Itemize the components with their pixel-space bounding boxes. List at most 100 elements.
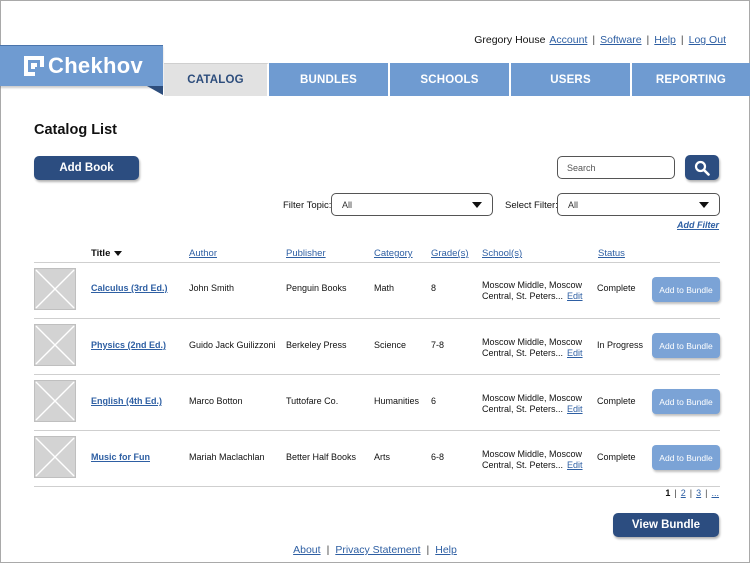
tab-schools[interactable]: SCHOOLS	[390, 63, 511, 96]
add-to-bundle-button[interactable]: Add to Bundle	[652, 445, 720, 470]
edit-schools-link[interactable]: Edit	[567, 348, 583, 358]
nav-separator: |	[592, 34, 596, 46]
account-link[interactable]: Account	[549, 34, 587, 46]
book-thumbnail-placeholder-icon	[34, 268, 76, 310]
schools-cell: Moscow Middle, Moscow Central, St. Peter…	[482, 337, 583, 359]
status-cell: Complete	[597, 452, 636, 462]
brand-name: Chekhov	[48, 53, 144, 78]
column-header-title-label: Title	[91, 248, 111, 259]
column-header-schools[interactable]: School(s)	[482, 248, 522, 259]
category-cell: Math	[374, 283, 395, 293]
select-filter-select[interactable]: All	[557, 193, 720, 216]
schools-line-2: Central, St. Peters...	[482, 348, 564, 358]
book-thumbnail-placeholder-icon	[34, 380, 76, 422]
schools-line-2: Central, St. Peters...	[482, 291, 564, 301]
pagination-separator: |	[689, 488, 693, 498]
column-header-author[interactable]: Author	[189, 248, 217, 259]
schools-line-2: Central, St. Peters...	[482, 404, 564, 414]
book-thumbnail-placeholder-icon	[34, 436, 76, 478]
add-to-bundle-button[interactable]: Add to Bundle	[652, 389, 720, 414]
table-row: Music for Fun Mariah Maclachlan Better H…	[34, 431, 720, 487]
tab-reporting[interactable]: REPORTING	[632, 63, 750, 96]
book-title-link[interactable]: English (4th Ed.)	[91, 396, 162, 406]
filter-topic-select[interactable]: All	[331, 193, 493, 216]
schools-cell: Moscow Middle, Moscow Central, St. Peter…	[482, 393, 583, 415]
grades-cell: 7-8	[431, 340, 445, 350]
publisher-cell: Berkeley Press	[286, 340, 347, 350]
brand-logo[interactable]: Chekhov	[0, 45, 163, 86]
tab-catalog[interactable]: CATALOG	[164, 63, 269, 96]
select-filter-value: All	[568, 199, 579, 210]
footer-help-link[interactable]: Help	[435, 544, 457, 556]
author-cell: Marco Botton	[189, 396, 243, 406]
edit-schools-link[interactable]: Edit	[567, 460, 583, 470]
table-row: Physics (2nd Ed.) Guido Jack Guilizzoni …	[34, 319, 720, 375]
chevron-down-icon	[472, 202, 482, 208]
add-to-bundle-button[interactable]: Add to Bundle	[652, 277, 720, 302]
logout-link[interactable]: Log Out	[689, 34, 726, 46]
schools-cell: Moscow Middle, Moscow Central, St. Peter…	[482, 449, 583, 471]
publisher-cell: Better Half Books	[286, 452, 357, 462]
grades-cell: 6-8	[431, 452, 445, 462]
sort-desc-icon	[114, 251, 123, 256]
author-cell: Guido Jack Guilizzoni	[189, 340, 276, 350]
schools-line-1: Moscow Middle, Moscow	[482, 280, 583, 290]
author-cell: Mariah Maclachlan	[189, 452, 265, 462]
pagination-more-link[interactable]: ...	[711, 488, 719, 498]
footer-links: About | Privacy Statement | Help	[0, 544, 750, 556]
page-title: Catalog List	[34, 122, 117, 138]
tab-bundles[interactable]: BUNDLES	[269, 63, 390, 96]
add-to-bundle-button[interactable]: Add to Bundle	[652, 333, 720, 358]
publisher-cell: Penguin Books	[286, 283, 347, 293]
book-title-link[interactable]: Calculus (3rd Ed.)	[91, 283, 168, 293]
status-cell: In Progress	[597, 340, 644, 350]
pagination-separator: |	[705, 488, 708, 498]
schools-line-2: Central, St. Peters...	[482, 460, 564, 470]
column-header-status[interactable]: Status	[598, 248, 625, 259]
main-tabs: CATALOG BUNDLES SCHOOLS USERS REPORTING	[164, 63, 750, 96]
search-input[interactable]: Search	[557, 156, 675, 179]
pagination-separator: |	[674, 488, 677, 498]
software-link[interactable]: Software	[600, 34, 641, 46]
select-filter-label: Select Filter:	[505, 200, 558, 211]
book-thumbnail-placeholder-icon	[34, 324, 76, 366]
search-button[interactable]	[685, 155, 719, 180]
user-nav: Gregory House Account | Software | Help …	[474, 34, 726, 46]
user-name: Gregory House	[474, 34, 546, 46]
category-cell: Arts	[374, 452, 391, 462]
author-cell: John Smith	[189, 283, 235, 293]
category-cell: Humanities	[374, 396, 420, 406]
edit-schools-link[interactable]: Edit	[567, 291, 583, 301]
schools-line-1: Moscow Middle, Moscow	[482, 449, 583, 459]
pagination-page-link[interactable]: 2	[681, 488, 686, 498]
publisher-cell: Tuttofare Co.	[286, 396, 339, 406]
filter-topic-value: All	[342, 199, 353, 210]
edit-schools-link[interactable]: Edit	[567, 404, 583, 414]
nav-separator: |	[646, 34, 650, 46]
pagination-current-page: 1	[665, 488, 671, 498]
filter-topic-label: Filter Topic:	[283, 200, 332, 211]
grades-cell: 6	[431, 396, 437, 406]
chekhov-logo-icon	[24, 56, 44, 76]
privacy-statement-link[interactable]: Privacy Statement	[335, 544, 420, 556]
table-row: English (4th Ed.) Marco Botton Tuttofare…	[34, 375, 720, 431]
about-link[interactable]: About	[293, 544, 320, 556]
add-book-button[interactable]: Add Book	[34, 156, 139, 180]
tab-users[interactable]: USERS	[511, 63, 632, 96]
schools-line-1: Moscow Middle, Moscow	[482, 393, 583, 403]
status-cell: Complete	[597, 283, 636, 293]
add-filter-link[interactable]: Add Filter	[677, 220, 719, 230]
column-header-category[interactable]: Category	[374, 248, 413, 259]
pagination-page-link[interactable]: 3	[696, 488, 701, 498]
column-header-publisher[interactable]: Publisher	[286, 248, 326, 259]
column-header-title[interactable]: Title	[91, 248, 123, 259]
logo-fold-decoration	[147, 86, 163, 95]
book-title-link[interactable]: Music for Fun	[91, 452, 150, 462]
book-title-link[interactable]: Physics (2nd Ed.)	[91, 340, 166, 350]
status-cell: Complete	[597, 396, 636, 406]
column-header-grades[interactable]: Grade(s)	[431, 248, 468, 259]
view-bundle-button[interactable]: View Bundle	[613, 513, 719, 537]
nav-separator: |	[680, 34, 684, 46]
pagination: 1 | 2 | 3 | ...	[665, 488, 719, 498]
help-link[interactable]: Help	[654, 34, 676, 46]
